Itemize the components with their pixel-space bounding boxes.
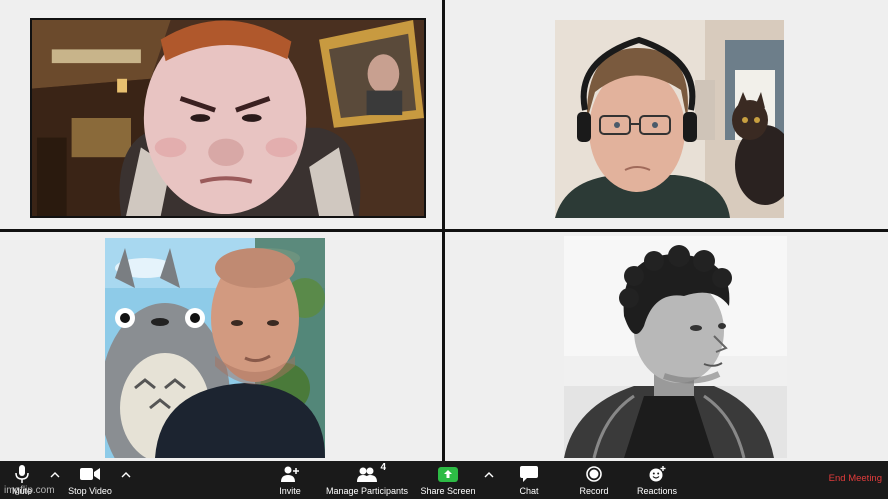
game-character-video	[32, 20, 424, 216]
stop-video-label: Stop Video	[68, 486, 112, 496]
reactions-label: Reactions	[636, 486, 678, 496]
participants-icon: 4	[357, 462, 386, 483]
participant-count-badge: 4	[380, 462, 386, 473]
man-with-headphones-video	[555, 20, 784, 218]
record-icon	[586, 465, 602, 483]
chat-bubble-icon	[520, 465, 538, 483]
video-options-chevron-icon[interactable]	[121, 469, 131, 481]
end-meeting-button[interactable]: End Meeting	[829, 473, 882, 484]
chat-button[interactable]: Chat	[512, 461, 546, 499]
participant-video-tile-2[interactable]	[555, 20, 784, 218]
participant-video-tile-1[interactable]	[30, 18, 426, 218]
man-with-totoro-video	[105, 238, 325, 458]
share-screen-icon	[438, 465, 458, 483]
manage-participants-label: Manage Participants	[325, 486, 409, 496]
curly-haired-man-video	[564, 236, 787, 458]
meeting-toolbar: Mute Stop Video Invite 4 Manage Particip…	[0, 461, 888, 499]
video-grid	[0, 0, 888, 461]
share-screen-button[interactable]: Share Screen	[418, 461, 478, 499]
record-label: Record	[579, 486, 609, 496]
share-screen-label: Share Screen	[420, 486, 476, 496]
microphone-icon	[15, 465, 29, 483]
video-camera-icon	[80, 465, 100, 483]
audio-options-chevron-icon[interactable]	[50, 469, 60, 481]
chat-label: Chat	[519, 486, 539, 496]
stop-video-button[interactable]: Stop Video	[62, 461, 118, 499]
share-options-chevron-icon[interactable]	[484, 469, 494, 481]
participant-video-tile-4[interactable]	[564, 236, 787, 458]
grid-divider-horizontal	[0, 229, 888, 232]
participant-video-tile-3[interactable]	[105, 238, 325, 458]
reactions-button[interactable]: Reactions	[632, 461, 682, 499]
invite-label: Invite	[279, 486, 301, 496]
add-person-icon	[281, 465, 299, 483]
watermark: imgflip.com	[4, 485, 55, 496]
smiley-add-icon	[648, 465, 666, 483]
invite-button[interactable]: Invite	[272, 461, 308, 499]
manage-participants-button[interactable]: 4 Manage Participants	[322, 461, 412, 499]
record-button[interactable]: Record	[574, 461, 614, 499]
